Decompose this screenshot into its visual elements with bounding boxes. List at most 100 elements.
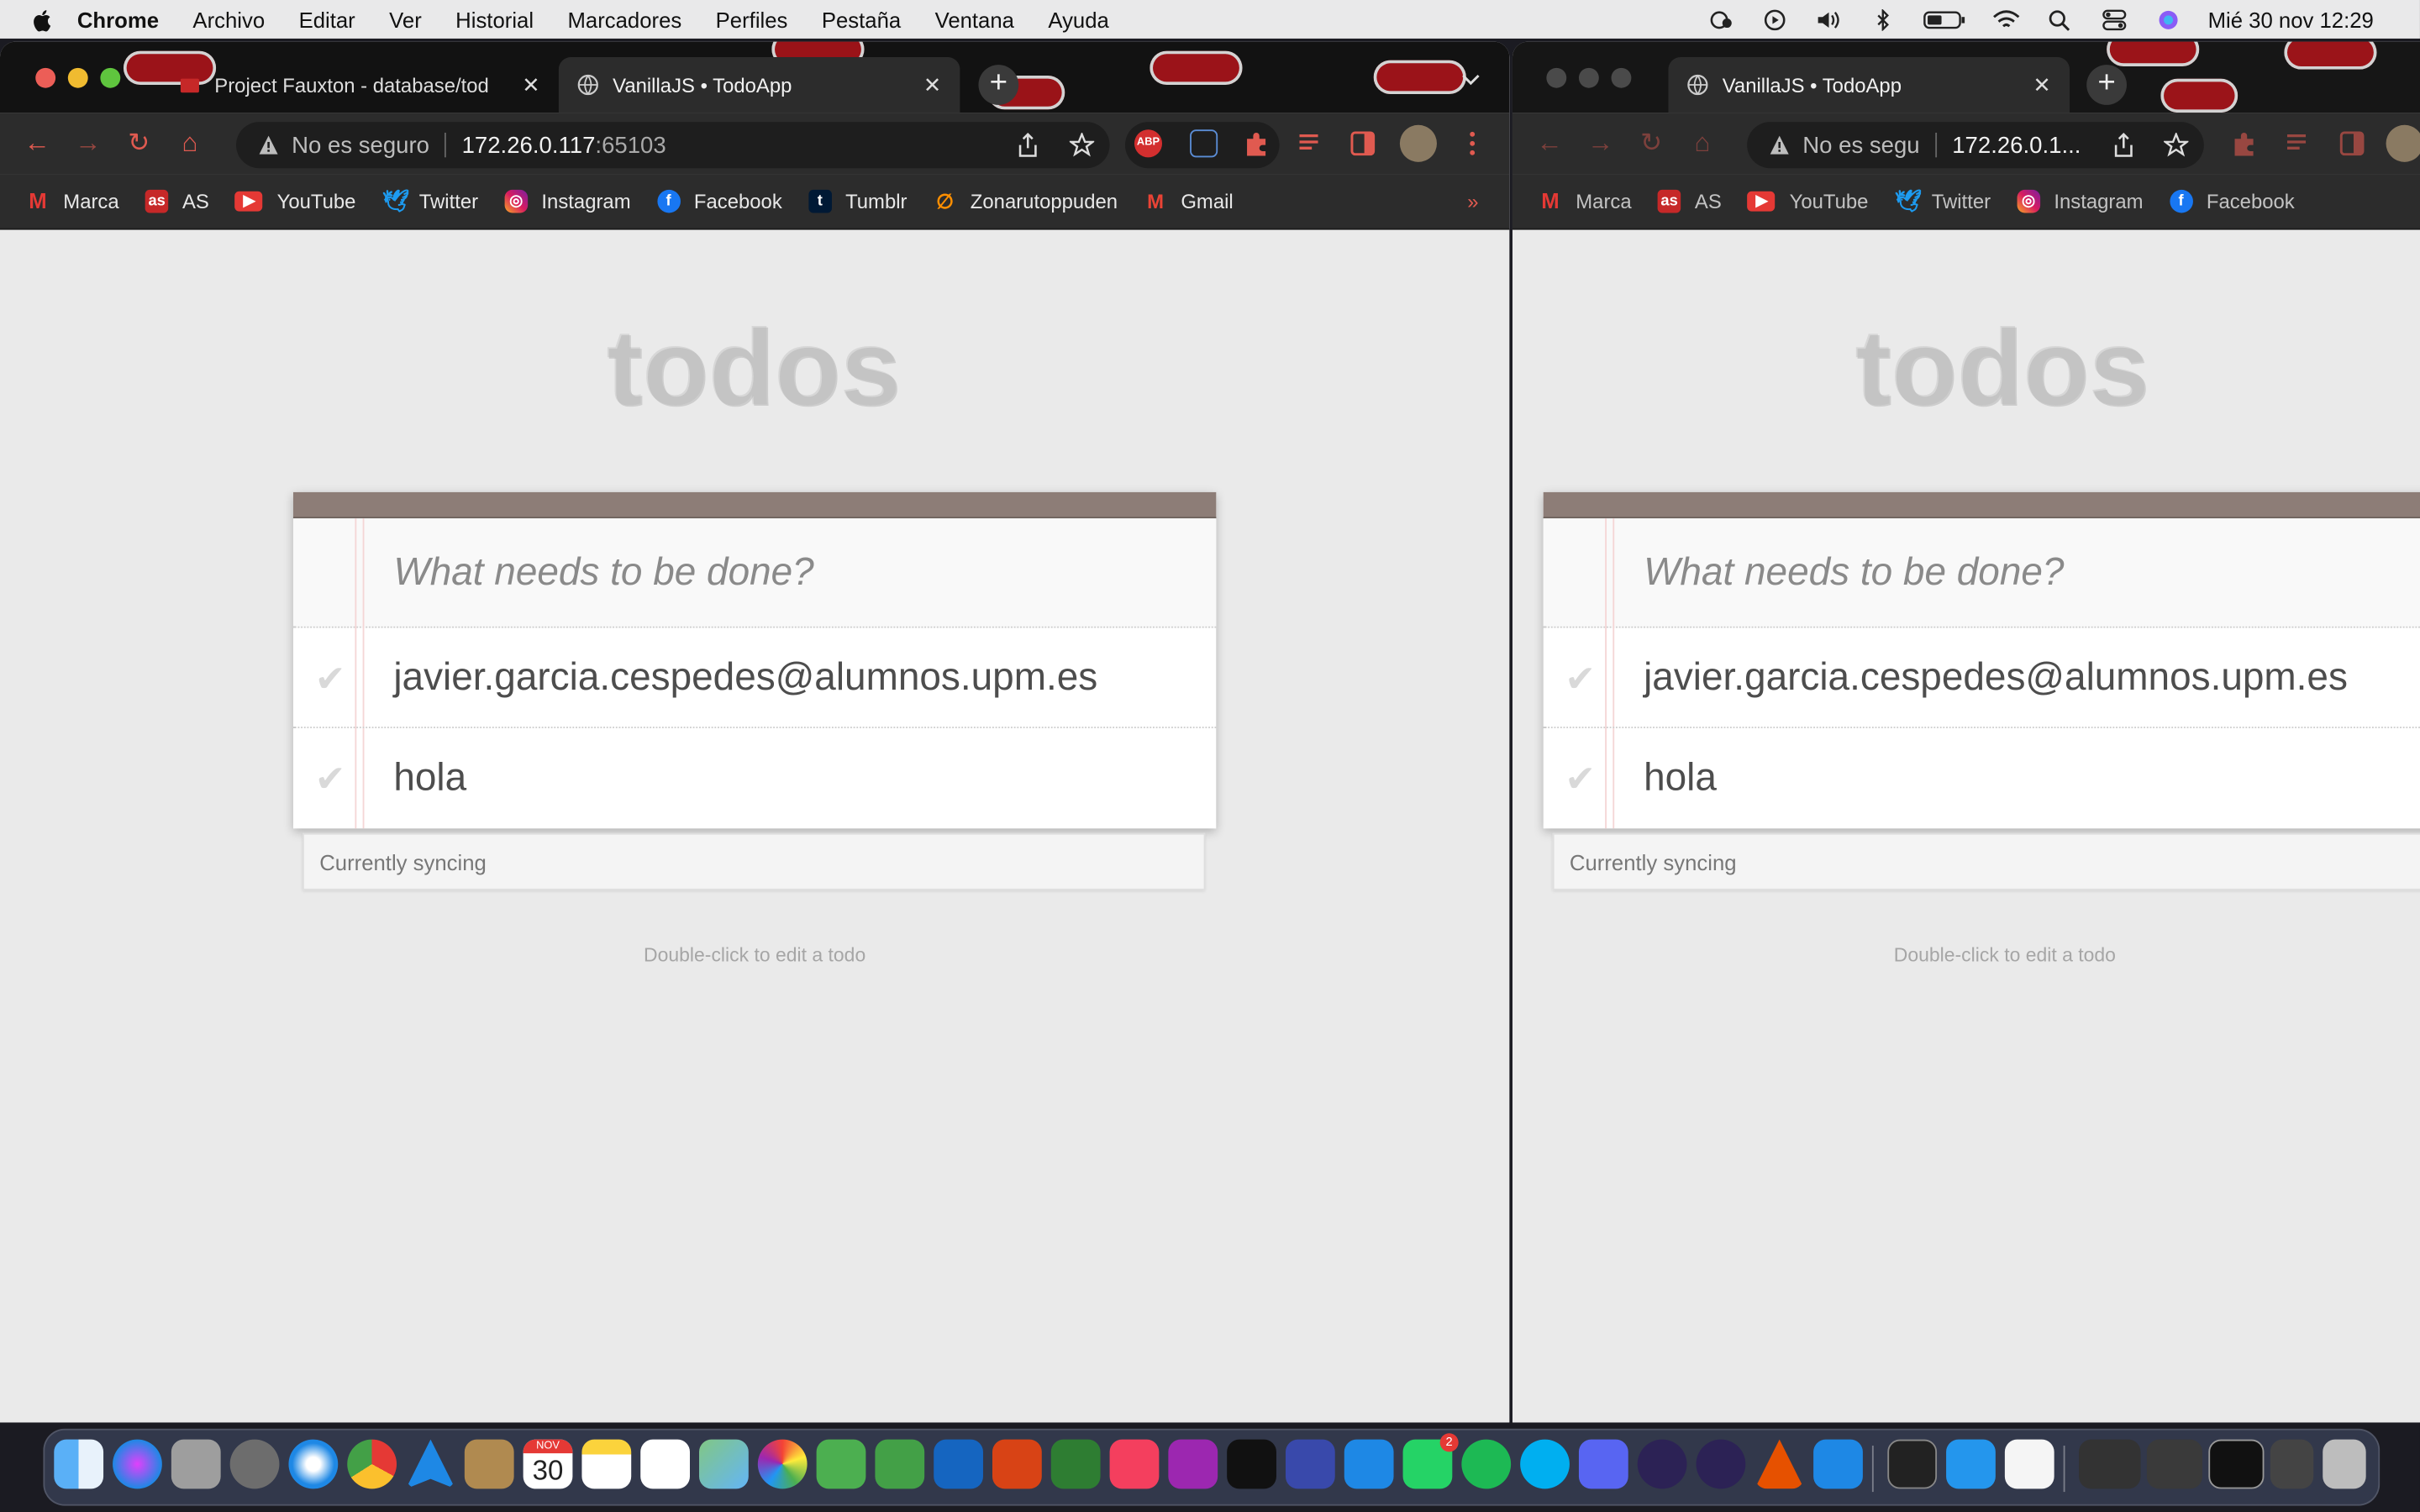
excel-icon[interactable]: [1050, 1439, 1101, 1489]
music-icon[interactable]: [1109, 1439, 1160, 1489]
menu-archivo[interactable]: Archivo: [192, 7, 265, 31]
reminders-icon[interactable]: [640, 1439, 691, 1489]
todo-label[interactable]: javier.garcia.cespedes@alumnos.upm.es: [1544, 655, 2348, 700]
facetime-icon[interactable]: [875, 1439, 925, 1489]
tab-vanillajs-todoapp[interactable]: VanillaJS • TodoApp ✕: [1668, 56, 2070, 113]
todo-item[interactable]: ✔ javier.garcia.cespedes@alumnos.upm.es: [292, 628, 1217, 728]
url-port[interactable]: :65103: [595, 132, 666, 158]
maximize-window-button[interactable]: [1611, 67, 1632, 88]
warning-icon[interactable]: [1769, 134, 1791, 156]
messages-icon[interactable]: [816, 1439, 866, 1489]
home-icon[interactable]: ⌂: [1688, 129, 1716, 157]
skype-icon[interactable]: [1520, 1439, 1570, 1489]
docker-icon[interactable]: [1946, 1439, 1996, 1489]
window-thumbnail[interactable]: [2146, 1439, 2202, 1489]
wifi-icon[interactable]: [1991, 8, 2019, 30]
bookmark-youtube[interactable]: ▶ YouTube: [235, 190, 355, 213]
bookmark-as[interactable]: as AS: [1657, 189, 1722, 213]
forward-arrow-icon[interactable]: →: [1586, 129, 1614, 157]
side-panel-icon[interactable]: [1349, 129, 1376, 157]
toggle-complete-checkbox[interactable]: ✔: [1562, 657, 1599, 701]
menu-editar[interactable]: Editar: [299, 7, 355, 31]
toggle-complete-checkbox[interactable]: ✔: [312, 657, 349, 701]
reload-icon[interactable]: ↻: [125, 129, 153, 157]
trash-icon[interactable]: [2323, 1439, 2366, 1489]
menu-ver[interactable]: Ver: [389, 7, 422, 31]
minimize-window-button[interactable]: [67, 67, 88, 88]
search-icon[interactable]: [2046, 8, 2074, 30]
discord-icon[interactable]: [1578, 1439, 1628, 1489]
terminal-icon[interactable]: [1887, 1439, 1938, 1489]
maximize-window-button[interactable]: [100, 67, 121, 88]
system-preferences-icon[interactable]: [229, 1439, 280, 1489]
menu-ventana[interactable]: Ventana: [935, 7, 1014, 31]
reading-list-icon[interactable]: [1297, 129, 1324, 157]
share-icon[interactable]: [1016, 132, 1040, 157]
textedit-icon[interactable]: [2004, 1439, 2054, 1489]
bookmark-youtube[interactable]: ▶ YouTube: [1748, 190, 1868, 213]
not-secure-label[interactable]: No es segu: [1802, 132, 1919, 158]
screenshot-extension-icon[interactable]: [1190, 129, 1218, 158]
calendar-icon[interactable]: NOV 30: [523, 1439, 573, 1489]
toggle-complete-checkbox[interactable]: ✔: [1562, 758, 1599, 802]
url-host[interactable]: 172.26.0.1...: [1952, 132, 2081, 158]
weather-icon[interactable]: [1707, 8, 1734, 30]
photos-icon[interactable]: [757, 1439, 808, 1489]
safari-icon[interactable]: [288, 1439, 339, 1489]
window-thumbnail[interactable]: [2208, 1439, 2265, 1489]
share-icon[interactable]: [2112, 132, 2136, 157]
bookmark-marca[interactable]: M Marca: [1539, 189, 1631, 213]
bookmark-instagram[interactable]: ◎ Instagram: [2017, 189, 2144, 213]
puzzle-extensions-icon[interactable]: [1243, 129, 1270, 157]
bookmark-twitter[interactable]: 🕊 Twitter: [1895, 189, 1991, 213]
home-icon[interactable]: ⌂: [176, 129, 203, 157]
apple-tv-icon[interactable]: [1227, 1439, 1276, 1489]
bluetooth-icon[interactable]: [1868, 8, 1896, 30]
profile-avatar[interactable]: [1399, 124, 1437, 162]
menu-app-name[interactable]: Chrome: [77, 7, 159, 31]
todo-item[interactable]: ✔ hola: [1544, 728, 2420, 828]
volume-icon[interactable]: [1814, 8, 1842, 30]
finder-icon[interactable]: [54, 1439, 104, 1489]
menu-perfiles[interactable]: Perfiles: [716, 7, 788, 31]
reload-icon[interactable]: ↻: [1638, 129, 1665, 157]
play-icon[interactable]: [1760, 8, 1788, 30]
siri-icon[interactable]: [113, 1439, 162, 1489]
back-arrow-icon[interactable]: ←: [24, 129, 51, 157]
more-options-icon[interactable]: [1459, 129, 1486, 157]
tab-close-icon[interactable]: ✕: [923, 71, 942, 97]
vscode-icon[interactable]: [1813, 1439, 1863, 1489]
close-window-button[interactable]: [1546, 67, 1567, 88]
toggle-complete-checkbox[interactable]: ✔: [312, 758, 349, 802]
puzzle-extensions-icon[interactable]: [2230, 129, 2258, 157]
menu-marcadores[interactable]: Marcadores: [567, 7, 681, 31]
chrome-icon[interactable]: [347, 1439, 397, 1489]
tab-close-icon[interactable]: ✕: [2033, 71, 2051, 97]
forward-arrow-icon[interactable]: →: [74, 129, 102, 157]
menu-clock[interactable]: Mié 30 nov 12:29: [2208, 7, 2374, 31]
bookmark-star-icon[interactable]: [1069, 132, 1095, 157]
url-host[interactable]: 172.26.0.117: [462, 132, 596, 158]
bookmark-twitter[interactable]: 🕊 Twitter: [382, 189, 478, 213]
window-thumbnail[interactable]: [2079, 1439, 2141, 1489]
tab-close-icon[interactable]: ✕: [522, 71, 540, 97]
window-thumbnail[interactable]: [2270, 1439, 2314, 1489]
new-todo-input[interactable]: What needs to be done?: [292, 518, 1217, 628]
reading-list-icon[interactable]: [2284, 129, 2312, 157]
tab-project-fauxton[interactable]: Project Fauxton - database/tod ✕: [160, 57, 559, 113]
todo-item[interactable]: ✔ javier.garcia.cespedes@alumnos.upm.es: [1543, 628, 2420, 728]
new-tab-button[interactable]: +: [2086, 65, 2127, 105]
battery-icon[interactable]: [1923, 8, 1965, 30]
spotify-icon[interactable]: [1461, 1439, 1512, 1489]
matlab-icon[interactable]: [1754, 1439, 1805, 1489]
bookmark-facebook[interactable]: f Facebook: [2169, 189, 2295, 213]
bookmark-instagram[interactable]: ◎ Instagram: [504, 189, 631, 213]
bookmark-marca[interactable]: M Marca: [26, 189, 118, 213]
bookmark-gmail[interactable]: M Gmail: [1144, 190, 1234, 213]
siri-icon[interactable]: [2154, 8, 2181, 30]
apple-icon[interactable]: [31, 7, 55, 31]
back-arrow-icon[interactable]: ←: [1536, 129, 1564, 157]
new-todo-input[interactable]: What needs to be done?: [1543, 518, 2420, 628]
app-store-icon[interactable]: [1344, 1439, 1394, 1489]
bookmark-as[interactable]: as AS: [145, 189, 209, 213]
